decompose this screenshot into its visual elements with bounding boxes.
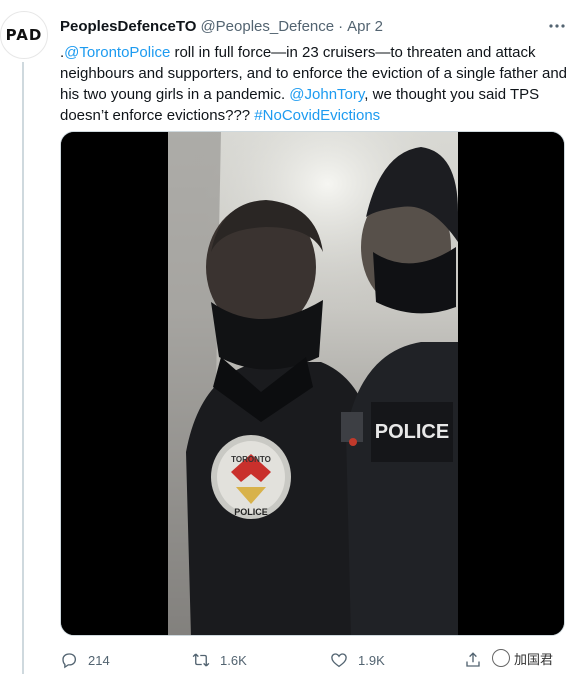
reply-icon	[62, 653, 77, 669]
thread-line	[22, 62, 24, 674]
tweet-card[interactable]: PAD PeoplesDefenceTO @Peoples_Defence · …	[0, 0, 578, 681]
badge-bottom-text: POLICE	[234, 507, 268, 517]
share-icon	[466, 652, 480, 667]
badge-top-text: TORONTO	[231, 455, 271, 464]
reply-button[interactable]: 214	[60, 651, 110, 669]
reply-count: 214	[88, 652, 110, 668]
vest-text: POLICE	[375, 421, 449, 443]
tweet-header: PeoplesDefenceTO @Peoples_Defence · Apr …	[60, 15, 568, 37]
header-separator: ·	[338, 17, 344, 35]
mention-toronto-police[interactable]: @TorontoPolice	[64, 44, 170, 61]
avatar-logo-text: PAD	[5, 26, 43, 44]
watermark: 加国君	[492, 646, 554, 670]
watermark-text: 加国君	[514, 652, 554, 668]
share-button[interactable]	[464, 651, 482, 669]
more-options-button[interactable]	[546, 15, 568, 37]
tweet-text: .@TorontoPolice roll in full force—in 23…	[60, 42, 568, 126]
retweet-button[interactable]: 1.6K	[192, 651, 247, 669]
retweet-icon	[192, 653, 210, 667]
heart-icon	[331, 653, 347, 668]
author-display-name[interactable]: PeoplesDefenceTO	[60, 18, 196, 35]
retweet-count: 1.6K	[220, 652, 247, 668]
hashtag-no-covid-evictions[interactable]: #NoCovidEvictions	[254, 107, 380, 124]
more-horizontal-icon	[549, 24, 565, 28]
like-button[interactable]: 1.9K	[330, 651, 385, 669]
video-frame: TORONTO POLICE POLICE	[61, 132, 564, 635]
avatar[interactable]: PAD	[0, 11, 48, 59]
tweet-date[interactable]: Apr 2	[347, 18, 383, 35]
like-count: 1.9K	[358, 652, 385, 668]
author-handle[interactable]: @Peoples_Defence	[200, 18, 334, 35]
tweet-video[interactable]: TORONTO POLICE POLICE	[60, 131, 565, 636]
mention-john-tory[interactable]: @JohnTory	[289, 86, 364, 103]
wechat-icon	[492, 649, 510, 667]
